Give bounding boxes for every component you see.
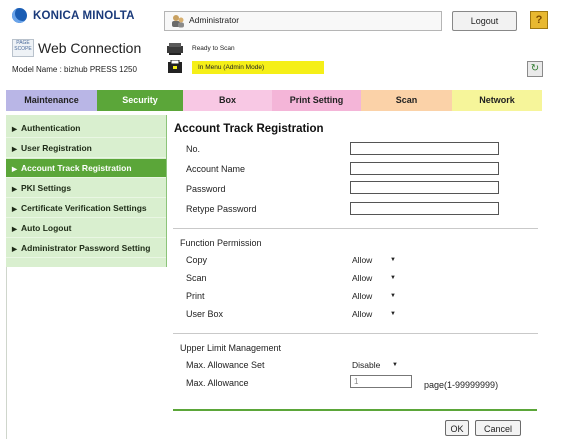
help-icon[interactable]: ?	[530, 11, 548, 29]
brand-name: KONICA MINOLTA	[33, 9, 135, 22]
status-menu-text: In Menu (Admin Mode)	[192, 60, 324, 74]
retype-password-input[interactable]	[350, 202, 499, 215]
dropdown-caret-icon: ▼	[390, 293, 396, 299]
tab-box[interactable]: Box	[183, 90, 272, 111]
section-divider	[173, 228, 538, 229]
tab-security[interactable]: Security	[97, 90, 183, 111]
section-divider	[173, 333, 538, 334]
arrow-right-icon: ▶	[12, 226, 17, 233]
function-permission-heading: Function Permission	[180, 238, 262, 248]
konica-minolta-logo: KONICA MINOLTA	[12, 8, 135, 23]
web-connection-title: PAGE SCOPE Web Connection	[12, 39, 141, 57]
tab-print-setting[interactable]: Print Setting	[272, 90, 361, 111]
footer-divider	[173, 409, 537, 411]
max-allowance-set-label: Max. Allowance Set	[186, 360, 265, 370]
printer-icon	[168, 60, 182, 73]
field-label-retype-password: Retype Password	[186, 204, 257, 214]
sidebar-item-certificate-verification[interactable]: ▶ Certificate Verification Settings	[6, 199, 166, 218]
status-ready: Ready to Scan	[166, 41, 235, 55]
tab-network[interactable]: Network	[452, 90, 542, 111]
sidebar-item-administrator-password[interactable]: ▶ Administrator Password Setting	[6, 239, 166, 258]
max-allowance-unit: page(1-99999999)	[424, 380, 499, 390]
ok-button[interactable]: OK	[445, 420, 469, 436]
no-input[interactable]	[350, 142, 499, 155]
user-box-permission-select[interactable]: Allow ▼	[349, 307, 399, 321]
sidebar-item-authentication[interactable]: ▶ Authentication	[6, 119, 166, 138]
arrow-right-icon: ▶	[12, 146, 17, 153]
max-allowance-label: Max. Allowance	[186, 378, 249, 388]
page-scope-badge: PAGE SCOPE	[12, 39, 34, 57]
arrow-right-icon: ▶	[12, 186, 17, 193]
sidebar-divider	[6, 267, 7, 439]
permission-label-scan: Scan	[186, 273, 207, 283]
status-ready-text: Ready to Scan	[192, 44, 235, 52]
globe-icon	[12, 8, 27, 23]
field-label-password: Password	[186, 184, 226, 194]
dropdown-caret-icon: ▼	[390, 257, 396, 263]
page-title: Account Track Registration	[174, 123, 324, 135]
user-name: Administrator	[189, 15, 240, 25]
permission-label-user-box: User Box	[186, 309, 224, 319]
user-bar: Administrator	[164, 11, 442, 31]
scan-permission-select[interactable]: Allow ▼	[349, 271, 399, 285]
tab-maintenance[interactable]: Maintenance	[6, 90, 97, 111]
tab-scan[interactable]: Scan	[361, 90, 452, 111]
sidebar-item-auto-logout[interactable]: ▶ Auto Logout	[6, 219, 166, 238]
password-input[interactable]	[350, 181, 499, 194]
permission-label-copy: Copy	[186, 255, 208, 265]
sidebar-item-pki-settings[interactable]: ▶ PKI Settings	[6, 179, 166, 198]
sidebar: ▶ Authentication ▶ User Registration ▶ Acco…	[6, 115, 167, 267]
account-name-input[interactable]	[350, 162, 499, 175]
field-label-no: No.	[186, 144, 201, 154]
field-label-account-name: Account Name	[186, 164, 246, 174]
arrow-right-icon: ▶	[12, 206, 17, 213]
cancel-button[interactable]: Cancel	[475, 420, 521, 436]
permission-label-print: Print	[186, 291, 205, 301]
arrow-right-icon: ▶	[12, 246, 17, 253]
max-allowance-set-select[interactable]: Disable ▼	[349, 358, 401, 372]
logout-button[interactable]: Logout	[452, 11, 517, 31]
status-menu: In Menu (Admin Mode)	[166, 60, 324, 74]
sidebar-item-account-track-registration[interactable]: ▶ Account Track Registration	[6, 159, 166, 178]
max-allowance-input[interactable]: 1	[350, 375, 412, 388]
dropdown-caret-icon: ▼	[392, 362, 398, 368]
model-name: Model Name : bizhub PRESS 1250	[12, 65, 137, 74]
scanner-icon	[167, 43, 183, 55]
arrow-right-icon: ▶	[12, 166, 17, 173]
administrator-icon	[172, 15, 184, 28]
arrow-right-icon: ▶	[12, 126, 17, 133]
upper-limit-heading: Upper Limit Management	[180, 343, 282, 353]
dropdown-caret-icon: ▼	[390, 275, 396, 281]
copy-permission-select[interactable]: Allow ▼	[349, 253, 399, 267]
refresh-icon[interactable]: ↻	[527, 61, 543, 77]
dropdown-caret-icon: ▼	[390, 311, 396, 317]
sidebar-item-user-registration[interactable]: ▶ User Registration	[6, 139, 166, 158]
print-permission-select[interactable]: Allow ▼	[349, 289, 399, 303]
app-title: Web Connection	[38, 40, 142, 56]
